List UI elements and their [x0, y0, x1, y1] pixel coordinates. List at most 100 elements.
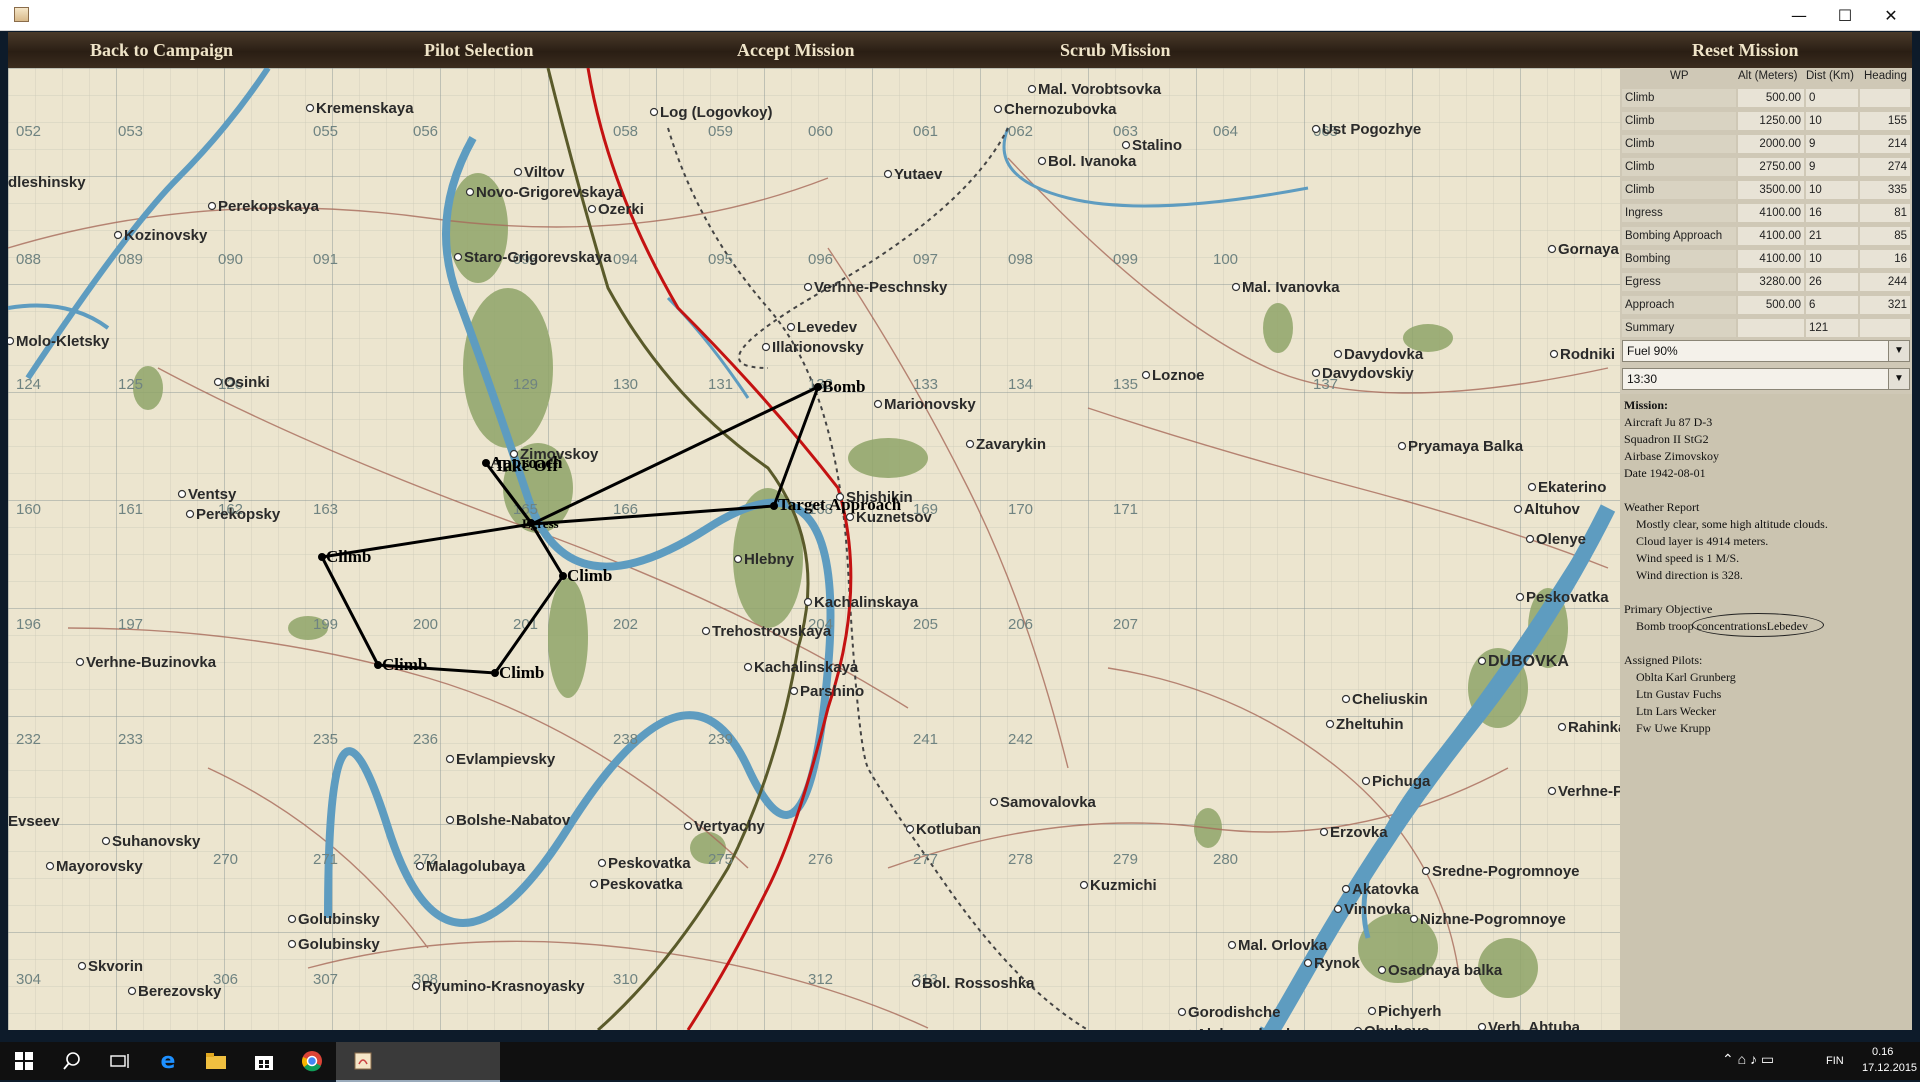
waypoint-marker[interactable]	[491, 669, 499, 677]
java-app-task-button[interactable]	[336, 1042, 500, 1082]
waypoint-marker[interactable]	[374, 661, 382, 669]
waypoint-altitude[interactable]	[1738, 319, 1804, 337]
briefing-airbase: Airbase Zimovskoy	[1624, 449, 1719, 463]
waypoint-altitude[interactable]: 500.00	[1738, 296, 1804, 314]
waypoint-altitude[interactable]: 4100.00	[1738, 250, 1804, 268]
town-marker-icon	[743, 662, 753, 672]
waypoint-row[interactable]: Approach 500.00 6 321	[1622, 295, 1910, 316]
town-marker-icon	[1477, 656, 1487, 666]
fuel-select[interactable]: Fuel 90% ▼	[1622, 340, 1910, 362]
waypoint-heading: 16	[1860, 250, 1910, 268]
waypoint-marker[interactable]	[814, 383, 822, 391]
alt-col-header: Alt (Meters)	[1738, 70, 1798, 82]
edge-icon[interactable]: e	[144, 1042, 192, 1080]
place-name: Ventsy	[188, 486, 237, 503]
town-marker-icon	[1311, 124, 1321, 134]
store-icon[interactable]	[240, 1042, 288, 1080]
scrub-mission-button[interactable]: Scrub Mission	[1060, 32, 1171, 68]
town-marker-icon	[597, 858, 607, 868]
waypoint-row[interactable]: Climb 500.00 0	[1622, 88, 1910, 109]
waypoint-marker[interactable]	[482, 459, 490, 467]
weather-line: Wind direction is 328.	[1636, 568, 1743, 582]
chevron-down-icon[interactable]: ▼	[1888, 369, 1909, 389]
waypoint-name: Bombing Approach	[1622, 227, 1736, 245]
pilot-name: Oblta Karl Grunberg	[1636, 670, 1736, 684]
chevron-down-icon[interactable]: ▼	[1888, 341, 1909, 361]
waypoint-row[interactable]: Ingress 4100.00 16 81	[1622, 203, 1910, 224]
place-name: Altuhov	[1524, 501, 1580, 518]
maximize-button[interactable]: ☐	[1822, 0, 1868, 30]
place-name: Verhne-Buzinovka	[86, 654, 217, 671]
place-name: Kachalinskaya	[814, 594, 919, 611]
tray-icons[interactable]: ⌃ ⌂ ♪ ▭	[1722, 1051, 1774, 1068]
waypoint-altitude[interactable]: 3280.00	[1738, 273, 1804, 291]
waypoint-marker[interactable]	[770, 502, 778, 510]
clock-date[interactable]: 17.12.2015	[1862, 1062, 1917, 1074]
grid-square-number: 206	[1008, 616, 1033, 633]
file-explorer-icon[interactable]	[192, 1042, 240, 1080]
pilot-selection-button[interactable]: Pilot Selection	[424, 32, 533, 68]
waypoint-altitude[interactable]: 4100.00	[1738, 204, 1804, 222]
waypoint-row[interactable]: Summary 121	[1622, 318, 1910, 339]
grid-square-number: 278	[1008, 851, 1033, 868]
place-name: Berezovsky	[138, 983, 222, 1000]
grid-square-number: 089	[118, 251, 143, 268]
place-name: Kozinovsky	[124, 227, 208, 244]
campaign-map[interactable]: 052 053 055 056 058 059 060 061 062 063 064 065 088 0…	[8, 68, 1620, 1030]
waypoint-row[interactable]: Climb 2750.00 9 274	[1622, 157, 1910, 178]
windows-start-icon[interactable]	[0, 1042, 48, 1080]
minimize-icon: —	[1791, 5, 1807, 25]
waypoint-row[interactable]: Climb 3500.00 10 335	[1622, 180, 1910, 201]
reset-mission-button[interactable]: Reset Mission	[1692, 32, 1799, 68]
waypoint-altitude[interactable]: 3500.00	[1738, 181, 1804, 199]
town-marker-icon	[287, 914, 297, 924]
town-marker-icon	[305, 103, 315, 113]
place-name: Cheliuskin	[1352, 691, 1428, 708]
accept-mission-button[interactable]: Accept Mission	[737, 32, 854, 68]
town-marker-icon	[415, 861, 425, 871]
place-name: Rodniki	[1560, 346, 1615, 363]
fuel-value: Fuel 90%	[1627, 344, 1678, 358]
waypoint-marker[interactable]	[318, 553, 326, 561]
grid-square-number: 091	[313, 251, 338, 268]
waypoint-altitude[interactable]: 500.00	[1738, 89, 1804, 107]
waypoint-row[interactable]: Bombing Approach 4100.00 21 85	[1622, 226, 1910, 247]
waypoint-row[interactable]: Bombing 4100.00 10 16	[1622, 249, 1910, 270]
waypoint-row[interactable]: Climb 1250.00 10 155	[1622, 111, 1910, 132]
waypoint-altitude[interactable]: 2000.00	[1738, 135, 1804, 153]
town-marker-icon	[1325, 719, 1335, 729]
time-select[interactable]: 13:30 ▼	[1622, 368, 1910, 390]
grid-square-number: 098	[1008, 251, 1033, 268]
town-marker-icon	[1354, 1026, 1362, 1030]
waypoint-heading: 244	[1860, 273, 1910, 291]
briefing-squadron: Squadron II StG2	[1624, 432, 1709, 446]
grid-square-number: 135	[1113, 376, 1138, 393]
map-canvas[interactable]: 052 053 055 056 058 059 060 061 062 063 064 065088 0…	[8, 68, 1620, 1030]
language-indicator[interactable]: FIN	[1826, 1055, 1844, 1067]
back-to-campaign-button[interactable]: Back to Campaign	[90, 32, 233, 68]
town-marker-icon	[1361, 776, 1371, 786]
grid-square-number: 170	[1008, 501, 1033, 518]
town-marker-icon	[989, 797, 999, 807]
waypoint-altitude[interactable]: 2750.00	[1738, 158, 1804, 176]
task-view-icon[interactable]	[96, 1042, 144, 1080]
close-button[interactable]: ✕	[1868, 0, 1914, 30]
waypoint-name: Summary	[1622, 319, 1736, 337]
waypoint-altitude[interactable]: 4100.00	[1738, 227, 1804, 245]
town-marker-icon	[177, 489, 187, 499]
place-name: Olenye	[1536, 531, 1586, 548]
waypoint-row[interactable]: Egress 3280.00 26 244	[1622, 272, 1910, 293]
search-icon[interactable]	[48, 1042, 96, 1080]
waypoint-heading: 321	[1860, 296, 1910, 314]
clock-time[interactable]: 0.16	[1872, 1046, 1893, 1058]
waypoint-marker[interactable]	[559, 572, 567, 580]
town-marker-icon	[127, 986, 137, 996]
town-marker-icon	[1477, 1022, 1487, 1030]
chrome-icon[interactable]	[288, 1042, 336, 1080]
grid-square-number: 232	[16, 731, 41, 748]
waypoint-row[interactable]: Climb 2000.00 9 214	[1622, 134, 1910, 155]
grid-square-number: 055	[313, 123, 338, 140]
minimize-button[interactable]: —	[1776, 0, 1822, 30]
grid-square-number: 196	[16, 616, 41, 633]
waypoint-altitude[interactable]: 1250.00	[1738, 112, 1804, 130]
